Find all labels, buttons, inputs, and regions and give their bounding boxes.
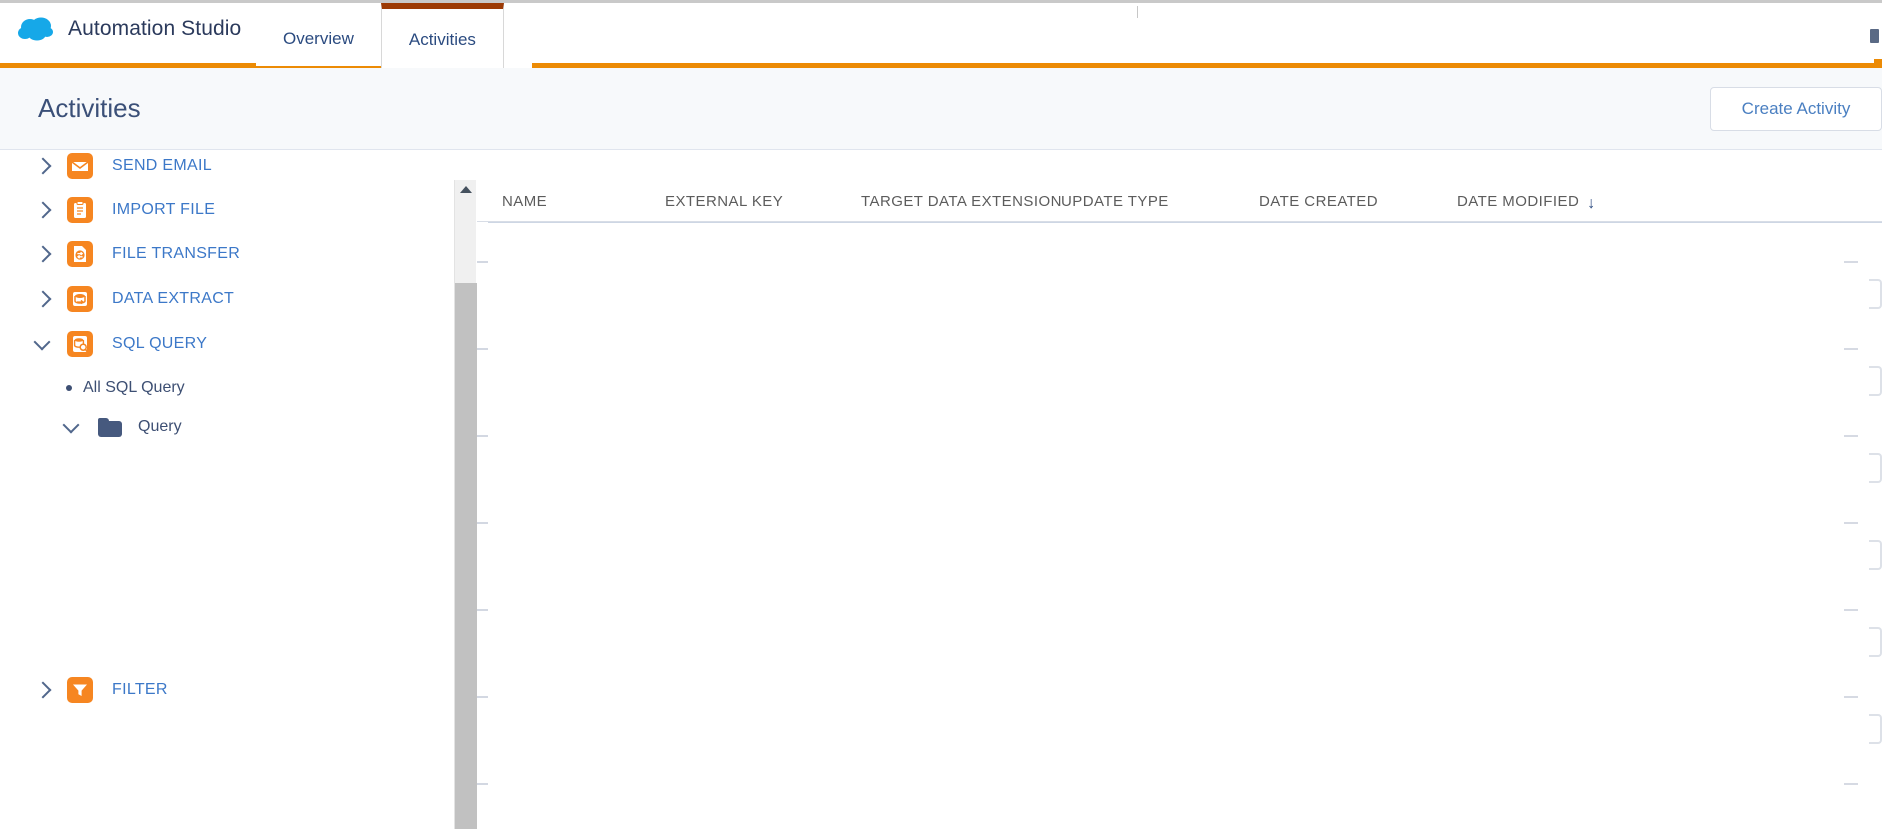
column-header-target-data-extension[interactable]: TARGET DATA EXTENSION <box>861 193 1062 210</box>
tab-activities-label: Activities <box>408 30 476 49</box>
chevron-right-icon[interactable] <box>33 244 53 264</box>
column-header-label: DATE MODIFIED <box>1457 193 1580 210</box>
chevron-right-icon[interactable] <box>33 289 53 309</box>
row-separator-tick <box>1844 522 1858 524</box>
column-header-label: TARGET DATA EXTENSION <box>861 193 1062 210</box>
bullet-icon <box>66 385 72 391</box>
row-edge-control[interactable] <box>1869 627 1882 657</box>
header-accent-marker <box>1874 59 1882 67</box>
sidebar-item-label: SQL QUERY <box>112 335 208 352</box>
triangle-up-icon[interactable] <box>460 186 472 193</box>
create-activity-button[interactable]: Create Activity <box>1710 87 1882 131</box>
column-header-date-created[interactable]: DATE CREATED <box>1259 193 1378 210</box>
top-navigation-bar: Automation Studio Overview Activities <box>0 0 1882 71</box>
sort-descending-icon[interactable]: ↓ <box>1587 195 1595 213</box>
sidebar-item-label: SEND EMAIL <box>112 157 212 174</box>
app-title: Automation Studio <box>68 17 242 40</box>
salesforce-cloud-icon <box>17 16 55 42</box>
row-edge-control[interactable] <box>1869 540 1882 570</box>
row-separator-tick <box>1844 261 1858 263</box>
row-separator-tick <box>477 783 488 785</box>
row-separator-tick <box>1844 609 1858 611</box>
row-separator-tick <box>1844 435 1858 437</box>
row-edge-control[interactable] <box>1869 366 1882 396</box>
funnel-icon <box>67 677 93 703</box>
data-extract-icon <box>67 286 93 312</box>
header-divider <box>1137 6 1138 18</box>
column-header-label: DATE CREATED <box>1259 193 1379 210</box>
sidebar-item-label: FILTER <box>112 681 168 698</box>
row-separator-tick <box>477 261 488 263</box>
sidebar-item-label: FILE TRANSFER <box>112 245 241 262</box>
column-header-date-modified[interactable]: DATE MODIFIED ↓ <box>1457 193 1596 213</box>
sidebar-item-label: IMPORT FILE <box>112 201 216 218</box>
row-edge-control[interactable] <box>1869 453 1882 483</box>
sidebar-scrollbar-thumb[interactable] <box>455 283 477 829</box>
main-tabs: Overview Activities <box>256 3 504 71</box>
sidebar-item-filter[interactable]: FILTER <box>0 668 456 712</box>
table-body <box>477 222 1882 829</box>
sql-query-icon <box>67 331 93 357</box>
app-brand[interactable]: Automation Studio <box>17 16 241 42</box>
sidebar-subitem-query[interactable]: Query <box>0 407 456 447</box>
row-separator-tick <box>1844 783 1858 785</box>
column-header-label: EXTERNAL KEY <box>665 193 784 210</box>
table-header-row: NAME EXTERNAL KEY TARGET DATA EXTENSION UPD… <box>477 180 1882 222</box>
row-separator-tick <box>477 435 488 437</box>
column-header-update-type[interactable]: UPDATE TYPE <box>1061 193 1169 210</box>
sidebar-item-send-email[interactable]: SEND EMAIL <box>0 150 456 188</box>
activities-table: NAME EXTERNAL KEY TARGET DATA EXTENSION UPD… <box>477 180 1882 829</box>
page-header: Activities Create Activity <box>0 68 1882 150</box>
tab-overview[interactable]: Overview <box>256 6 381 71</box>
row-separator-tick <box>477 522 488 524</box>
column-header-name[interactable]: NAME <box>502 193 547 210</box>
folder-icon <box>98 417 122 437</box>
activity-type-tree: SEND EMAIL IMPORT FILE FILE TRANSFER DATA E… <box>0 150 456 829</box>
sidebar-item-sql-query[interactable]: SQL QUERY <box>0 322 456 366</box>
sidebar-subitem-all-sql-query[interactable]: All SQL Query <box>0 368 456 408</box>
row-separator-tick <box>477 696 488 698</box>
sidebar-subitem-label: All SQL Query <box>83 379 185 396</box>
column-header-label: UPDATE TYPE <box>1061 193 1169 210</box>
sidebar-scrollbar[interactable] <box>454 180 477 829</box>
row-separator-tick <box>1844 696 1858 698</box>
header-overflow-icon[interactable] <box>1870 29 1879 43</box>
page-title: Activities <box>38 93 141 123</box>
row-edge-control[interactable] <box>1869 279 1882 309</box>
row-separator-tick <box>477 348 488 350</box>
chevron-right-icon[interactable] <box>33 156 53 176</box>
table-top-rule <box>488 222 1882 223</box>
chevron-right-icon[interactable] <box>33 200 53 220</box>
sidebar-item-label: DATA EXTRACT <box>112 290 235 307</box>
row-separator-tick <box>1844 348 1858 350</box>
chevron-down-icon[interactable] <box>62 417 82 437</box>
tab-overview-label: Overview <box>283 28 354 48</box>
sidebar-item-file-transfer[interactable]: FILE TRANSFER <box>0 232 456 276</box>
column-header-external-key[interactable]: EXTERNAL KEY <box>665 193 783 210</box>
sidebar-subitem-label: Query <box>138 418 182 435</box>
file-transfer-icon <box>67 241 93 267</box>
envelope-icon <box>67 153 93 179</box>
sidebar-item-import-file[interactable]: IMPORT FILE <box>0 188 456 232</box>
row-separator-tick <box>477 609 488 611</box>
chevron-down-icon[interactable] <box>33 334 53 354</box>
row-edge-control[interactable] <box>1869 714 1882 744</box>
sidebar-item-data-extract[interactable]: DATA EXTRACT <box>0 277 456 321</box>
column-header-label: NAME <box>502 193 548 210</box>
clipboard-icon <box>67 197 93 223</box>
tab-activities[interactable]: Activities <box>380 3 504 71</box>
chevron-right-icon[interactable] <box>33 680 53 700</box>
